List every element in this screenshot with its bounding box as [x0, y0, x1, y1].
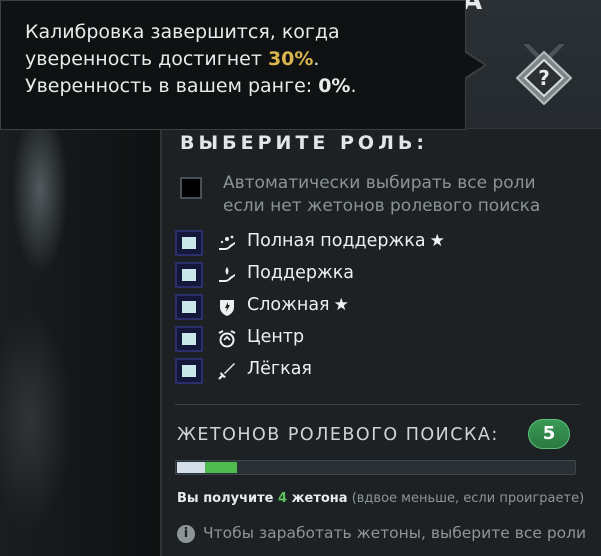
info-icon: i	[177, 525, 195, 543]
auto-select-label: Автоматически выбирать все роли если нет…	[223, 172, 540, 218]
calibration-tooltip: Калибровка завершится, когда уверенность…	[0, 0, 466, 130]
tokens-hint-text: Чтобы заработать жетоны, выберите все ро…	[203, 524, 587, 542]
role-option-offlane[interactable]: Сложная ★	[175, 294, 505, 320]
tooltip-line-2-suffix: .	[313, 48, 320, 70]
svg-text:?: ?	[538, 66, 550, 90]
offlane-icon	[220, 300, 234, 316]
tooltip-line-3: Уверенность в вашем ранге: 0%.	[25, 73, 465, 100]
star-icon: ★	[333, 295, 349, 315]
mid-icon	[218, 330, 236, 348]
tokens-earn-info: Вы получите 4 жетона (вдвое меньше, если…	[177, 491, 584, 506]
role-label: Лёгкая	[247, 359, 312, 379]
role-checkbox[interactable]	[175, 358, 203, 384]
role-tokens-count-badge: 5	[528, 419, 570, 449]
safe-lane-icon	[218, 363, 235, 380]
tokens-progress-gain	[205, 462, 237, 473]
role-label: Поддержка	[247, 263, 354, 283]
auto-select-label-line-1: Автоматически выбирать все роли	[223, 173, 536, 193]
select-role-title: ВЫБЕРИТЕ РОЛЬ:	[180, 132, 428, 154]
earn-count: 4	[278, 491, 288, 506]
role-option-support[interactable]: Поддержка	[175, 262, 505, 288]
role-tokens-label: ЖЕТОНОВ РОЛЕВОГО ПОИСКА:	[177, 425, 499, 445]
tokens-hint: i Чтобы заработать жетоны, выберите все р…	[177, 524, 586, 543]
tooltip-pointer-inner	[464, 52, 484, 78]
tooltip-line-3-prefix: Уверенность в вашем ранге:	[25, 75, 319, 97]
role-label: Полная поддержка ★	[247, 231, 445, 251]
hard-support-icon	[219, 235, 235, 250]
tooltip-line-2: уверенность достигнет 30%.	[25, 46, 465, 73]
confidence-target: 30%	[267, 48, 314, 70]
tooltip-line-2-prefix: уверенность достигнет	[25, 48, 268, 70]
current-confidence: 0%	[318, 75, 351, 97]
role-option-safe-lane[interactable]: Лёгкая	[175, 358, 505, 384]
section-divider	[175, 404, 580, 405]
tooltip-line-3-suffix: .	[350, 75, 357, 97]
role-checkbox[interactable]	[175, 326, 203, 352]
tokens-progress-bar	[175, 460, 576, 475]
role-checkbox[interactable]	[175, 262, 203, 288]
role-checkbox[interactable]	[175, 294, 203, 320]
tokens-progress-current	[177, 462, 205, 473]
role-label: Центр	[247, 327, 305, 347]
role-checkbox[interactable]	[175, 230, 203, 256]
unknown-rank-icon[interactable]: ?	[509, 40, 579, 110]
tooltip-line-1: Калибровка завершится, когда	[25, 21, 340, 43]
earn-note: (вдвое меньше, если проиграете)	[347, 491, 585, 506]
support-icon	[219, 267, 235, 282]
earn-suffix: жетона	[287, 491, 348, 506]
star-icon: ★	[429, 231, 445, 251]
earn-prefix: Вы получите	[177, 491, 279, 506]
role-label: Сложная ★	[247, 295, 349, 315]
auto-select-checkbox[interactable]	[180, 177, 202, 199]
auto-select-label-line-2: если нет жетонов ролевого поиска	[223, 196, 541, 216]
role-option-hard-support[interactable]: Полная поддержка ★	[175, 230, 505, 256]
role-option-mid[interactable]: Центр	[175, 326, 505, 352]
